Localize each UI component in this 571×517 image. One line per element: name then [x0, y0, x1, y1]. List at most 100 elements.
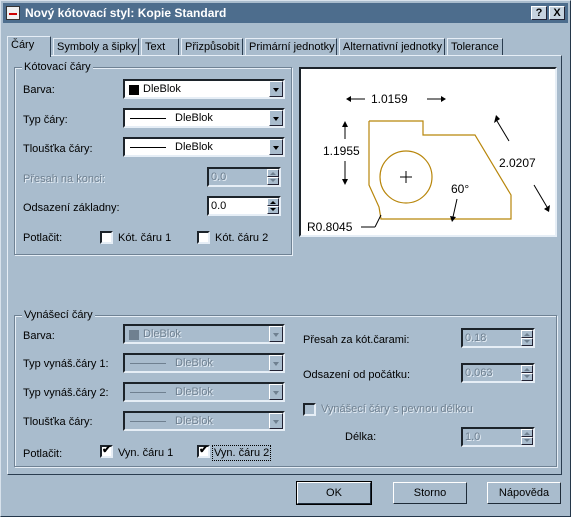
extend-label: Přesah na konci: — [23, 173, 105, 185]
color-value: DleBlok — [143, 83, 181, 95]
check-icon: ✔ — [102, 444, 112, 456]
ext-lineweight-value: DleBlok — [175, 415, 213, 427]
ok-button[interactable]: OK — [296, 481, 372, 505]
line-sample — [130, 421, 166, 422]
linetype-select[interactable]: DleBlok — [123, 108, 285, 128]
preview-outline — [368, 120, 512, 220]
extend-beyond-label: Přesah za kót.čarami: — [303, 334, 410, 346]
suppress-extline1-label[interactable]: Vyn. čáru 1 — [118, 447, 173, 459]
extend-beyond-value: 0.18 — [465, 332, 487, 344]
ext-linetype2-select[interactable]: DleBlok — [123, 382, 285, 402]
tab-tolerances[interactable]: Tolerance — [447, 38, 503, 56]
suppress-extline1-checkbox[interactable]: ✔ — [100, 444, 113, 458]
color-label: Barva: — [23, 84, 55, 96]
fixed-length-label[interactable]: Vynášecí čáry s pevnou délkou — [321, 403, 473, 415]
color-select[interactable]: DleBlok — [123, 79, 285, 99]
linetype-value: DleBlok — [175, 112, 213, 124]
ext-linetype1-label: Typ vynáš.čáry 1: — [23, 358, 109, 370]
ext-color-label: Barva: — [23, 330, 55, 342]
suppress-label: Potlačit: — [23, 232, 63, 244]
close-button[interactable]: X — [549, 6, 565, 20]
spin-up-icon[interactable] — [521, 365, 533, 373]
tab-primary-units[interactable]: Primární jednotky — [245, 38, 337, 56]
angle-text: 60° — [451, 182, 469, 196]
spin-down-icon[interactable] — [267, 206, 279, 214]
style-preview: 1.0159 1.1955 2.0207 60° R0.8045 — [299, 67, 557, 237]
tab-text[interactable]: Text — [141, 38, 179, 56]
tab-alternate-units[interactable]: Alternativní jednotky — [339, 38, 445, 56]
extend-beyond-input[interactable]: 0.18 — [461, 328, 535, 348]
ext-lineweight-label: Tloušťka čáry: — [23, 416, 93, 428]
length-input[interactable]: 1.0 — [461, 427, 535, 447]
tab-fit[interactable]: Přizpůsobit — [181, 38, 243, 56]
tab-symbols-arrows[interactable]: Symboly a šipky — [53, 38, 139, 56]
title-bar[interactable]: Nový kótovací styl: Kopie Standard ? X — [3, 3, 568, 23]
help-button[interactable]: Nápověda — [487, 482, 561, 504]
line-sample — [130, 363, 166, 364]
spin-down-icon[interactable] — [521, 437, 533, 445]
ext-linetype1-value: DleBlok — [175, 357, 213, 369]
tab-label: Čáry — [11, 39, 35, 51]
tab-label: Tolerance — [451, 41, 499, 53]
ext-suppress-label: Potlačit: — [23, 448, 63, 460]
line-sample — [130, 392, 166, 393]
ext-color-value: DleBlok — [143, 328, 181, 340]
chevron-down-icon[interactable] — [269, 326, 283, 342]
chevron-down-icon[interactable] — [269, 81, 283, 97]
suppress-dimline2-checkbox[interactable] — [197, 231, 210, 244]
spin-up-icon[interactable] — [267, 198, 279, 206]
tab-label: Symboly a šipky — [57, 41, 137, 53]
lineweight-label: Tloušťka čáry: — [23, 143, 93, 155]
ext-color-select[interactable]: DleBlok — [123, 324, 285, 344]
extend-value: 0.0 — [211, 171, 227, 183]
ext-linetype2-value: DleBlok — [175, 386, 213, 398]
tab-lines[interactable]: Čáry — [7, 36, 51, 57]
radius-text: R0.8045 — [307, 220, 353, 234]
linetype-label: Typ čáry: — [23, 114, 68, 126]
color-swatch — [129, 85, 139, 95]
suppress-extline2-label[interactable]: Vyn. čáru 2 — [211, 445, 272, 461]
lineweight-select[interactable]: DleBlok — [123, 137, 285, 157]
dim-left-text: 1.1955 — [323, 144, 360, 158]
dim-right-text: 2.0207 — [499, 156, 536, 170]
dimension-style-dialog: Nový kótovací styl: Kopie Standard ? X Č… — [0, 0, 571, 517]
line-sample — [130, 147, 166, 148]
ext-linetype2-label: Typ vynáš.čáry 2: — [23, 387, 109, 399]
spin-up-icon[interactable] — [267, 169, 279, 177]
suppress-extline2-checkbox[interactable]: ✔ — [197, 444, 210, 458]
chevron-down-icon[interactable] — [269, 139, 283, 155]
preview-drawing: 1.0159 1.1955 2.0207 60° R0.8045 — [307, 92, 550, 234]
baseline-spacing-value: 0.0 — [211, 200, 227, 212]
baseline-spacing-input[interactable]: 0.0 — [207, 196, 281, 216]
length-value: 1.0 — [465, 431, 481, 443]
ext-lineweight-select[interactable]: DleBlok — [123, 411, 285, 431]
help-title-button[interactable]: ? — [531, 6, 547, 20]
extend-input[interactable]: 0.0 — [207, 167, 281, 187]
window-title: Nový kótovací styl: Kopie Standard — [25, 6, 227, 20]
chevron-down-icon[interactable] — [269, 384, 283, 400]
ext-linetype1-select[interactable]: DleBlok — [123, 353, 285, 373]
tab-label: Primární jednotky — [249, 41, 335, 53]
spin-up-icon[interactable] — [521, 330, 533, 338]
chevron-down-icon[interactable] — [269, 355, 283, 371]
fixed-length-checkbox[interactable] — [303, 403, 316, 416]
chevron-down-icon[interactable] — [269, 110, 283, 126]
group-title: Vynášecí čáry — [22, 309, 95, 321]
length-label: Délka: — [345, 431, 377, 443]
suppress-dimline1-label[interactable]: Kót. čáru 1 — [118, 232, 171, 244]
spin-up-icon[interactable] — [521, 429, 533, 437]
color-swatch — [129, 330, 139, 340]
spin-down-icon[interactable] — [267, 177, 279, 185]
dim-top-text: 1.0159 — [371, 92, 408, 106]
suppress-dimline1-checkbox[interactable] — [100, 231, 113, 244]
tab-label: Přizpůsobit — [185, 41, 240, 53]
spin-down-icon[interactable] — [521, 373, 533, 381]
app-icon — [6, 6, 20, 20]
lineweight-value: DleBlok — [175, 141, 213, 153]
origin-offset-input[interactable]: 0.063 — [461, 363, 535, 383]
chevron-down-icon[interactable] — [269, 413, 283, 429]
cancel-button[interactable]: Storno — [393, 482, 467, 504]
suppress-dimline2-label[interactable]: Kót. čáru 2 — [215, 232, 268, 244]
origin-offset-label: Odsazení od počátku: — [303, 369, 411, 381]
spin-down-icon[interactable] — [521, 338, 533, 346]
